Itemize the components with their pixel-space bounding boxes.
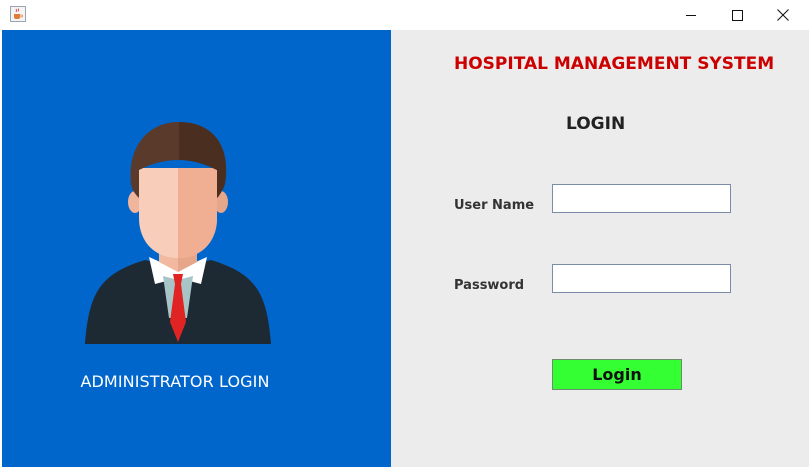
minimize-button[interactable] [668,0,714,30]
password-input[interactable] [552,264,731,293]
title-bar [0,0,809,30]
minimize-icon [685,14,696,16]
maximize-button[interactable] [714,0,760,30]
close-button[interactable] [760,0,806,30]
administrator-login-label: ADMINISTRATOR LOGIN [80,372,270,391]
password-label: Password [454,278,525,293]
administrator-avatar-icon [85,118,271,344]
login-button[interactable]: Login [552,359,682,390]
maximize-icon [731,9,743,21]
app-title: HOSPITAL MANAGEMENT SYSTEM [454,54,775,74]
right-panel: HOSPITAL MANAGEMENT SYSTEM LOGIN User Na… [391,30,809,467]
login-window: ADMINISTRATOR LOGIN HOSPITAL MANAGEMENT … [0,0,809,467]
close-icon [777,9,789,21]
left-panel: ADMINISTRATOR LOGIN [2,30,391,467]
login-heading: LOGIN [566,114,626,134]
username-label: User Name [454,198,535,213]
java-cup-icon [10,6,26,22]
username-input[interactable] [552,184,731,213]
